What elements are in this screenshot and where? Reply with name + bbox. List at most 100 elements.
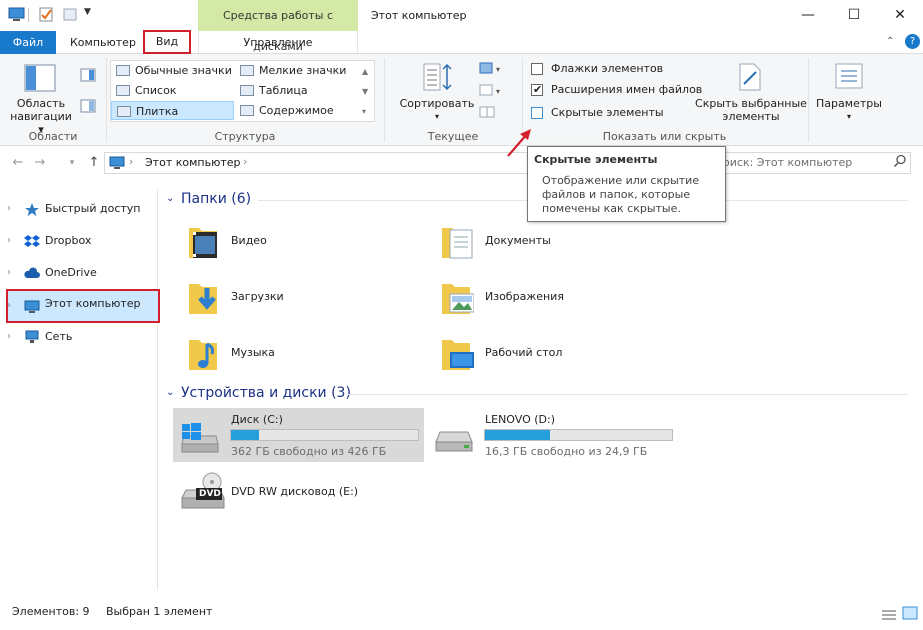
hide-selected-label-line1: Скрыть выбранные [695,97,807,110]
hidden-items-toggle[interactable]: Скрытые элементы [531,103,664,123]
preview-pane-icon[interactable] [80,68,96,85]
music-folder-icon[interactable] [187,334,217,370]
nav-item-network[interactable]: › Сеть [0,326,158,348]
dvd-drive-icon[interactable]: DVD [180,472,228,515]
folders-group-header[interactable]: Папки (6) [181,191,251,207]
layout-item-label: Таблица [259,84,308,97]
drive-label[interactable]: DVD RW дисковод (E:) [231,485,358,498]
checkbox-unchecked[interactable] [531,63,543,75]
file-extensions-toggle[interactable]: Расширения имен файлов [531,80,702,100]
layout-content[interactable]: Содержимое [235,101,358,120]
group-divider [346,394,908,395]
large-icons-view-icon[interactable] [902,605,918,629]
group-label-panes: Области [28,130,78,143]
nav-item-quick-access[interactable]: › Быстрый доступ [0,198,158,220]
search-input[interactable]: оиск: Этот компьютер [716,152,911,174]
status-selection: Выбран 1 элемент [106,605,213,618]
drives-group-header[interactable]: Устройства и диски (3) [181,385,351,401]
nav-item-onedrive[interactable]: › OneDrive [0,262,158,284]
network-icon [24,330,40,344]
options-button[interactable]: Параметры ▾ [812,97,886,123]
expand-icon[interactable]: › [7,230,11,252]
dropbox-icon [24,234,40,248]
close-button[interactable]: ✕ [877,0,923,31]
expand-icon[interactable]: › [7,198,11,220]
folder-label[interactable]: Рабочий стол [485,346,562,359]
layout-item-label: Список [135,84,177,97]
computer-icon[interactable] [8,6,25,23]
group-by-icon[interactable]: ▾ [478,60,504,79]
add-columns-icon[interactable]: ▾ [478,82,504,101]
layout-small-icons[interactable]: Мелкие значки [235,61,358,80]
checkbox-label: Скрытые элементы [551,106,664,119]
tab-manage[interactable]: Управление [198,31,358,54]
hard-drive-icon[interactable] [432,424,476,459]
group-label-show-hide: Показать или скрыть [602,130,727,143]
checkbox-checked[interactable] [531,80,543,100]
collapse-group-icon[interactable]: ⌄ [166,387,174,398]
breadcrumb-chevron-icon[interactable]: › [243,155,247,168]
recent-locations-icon[interactable]: ▾ [62,152,82,174]
nav-item-this-pc[interactable]: › Этот компьютер [6,289,160,323]
search-icon[interactable] [893,154,907,171]
expand-icon[interactable]: › [7,293,11,319]
back-icon[interactable]: ← [8,152,28,174]
documents-folder-icon[interactable] [440,222,473,259]
breadcrumb-chevron-icon: › [129,155,134,168]
tooltip-body: Отображение или скрытие файлов и папок, … [542,174,700,215]
expand-icon[interactable]: › [7,326,11,348]
nav-item-label: Dropbox [45,234,92,247]
nav-item-label: Этот компьютер [45,297,141,310]
help-icon[interactable]: ? [905,34,920,49]
group-label-layout: Структура [214,130,276,143]
drive-usage-fill [231,430,260,440]
details-pane-icon[interactable] [80,99,96,116]
tab-view[interactable]: Вид [143,30,191,54]
downloads-folder-icon[interactable] [187,278,217,314]
layout-list[interactable]: Список [111,81,234,100]
breadcrumb-path[interactable]: Этот компьютер [145,156,241,169]
new-folder-icon[interactable] [62,6,79,23]
collapse-group-icon[interactable]: ⌄ [166,193,174,204]
tab-file[interactable]: Файл [0,31,56,54]
details-view-icon[interactable] [881,606,897,630]
forward-icon[interactable]: → [30,152,50,174]
chevron-down-icon: ▾ [846,112,851,121]
minimize-button[interactable]: — [785,0,831,31]
size-columns-icon[interactable] [478,104,498,123]
cloud-icon [24,266,40,280]
folder-label[interactable]: Документы [485,234,551,247]
navigation-pane-icon[interactable] [24,64,56,95]
drive-usage-fill [485,430,551,440]
drive-label[interactable]: LENOVO (D:) [485,413,555,426]
sort-button[interactable]: Сортировать ▾ [398,97,476,123]
properties-icon[interactable] [38,6,55,23]
folder-label[interactable]: Видео [231,234,267,247]
layout-large-icons[interactable]: Обычные значки [111,61,234,80]
item-checkboxes-toggle[interactable]: Флажки элементов [531,59,663,79]
maximize-button[interactable]: ☐ [831,0,877,31]
folder-label[interactable]: Изображения [485,290,564,303]
layout-tiles[interactable]: Плитка [111,101,234,120]
up-icon[interactable]: ↑ [84,152,104,174]
customize-toolbar-icon[interactable]: ▼ [84,7,91,17]
checkbox-label: Расширения имен файлов [551,83,703,96]
expand-icon[interactable]: › [7,262,11,284]
hide-selected-icon[interactable] [736,62,764,95]
tab-computer[interactable]: Компьютер [60,31,146,54]
pictures-folder-icon[interactable] [440,278,475,314]
layout-details[interactable]: Таблица [235,81,358,100]
layout-scroll-arrows[interactable]: ▲ ▼ ▾ [362,62,368,122]
status-bar: Элементов: 9 Выбран 1 элемент [0,600,923,626]
folder-label[interactable]: Загрузки [231,290,284,303]
nav-item-dropbox[interactable]: › Dropbox [0,230,158,252]
desktop-folder-icon[interactable] [440,334,474,370]
video-folder-icon[interactable] [187,222,217,258]
options-icon[interactable] [834,62,864,93]
small-icons-icon [240,65,254,76]
collapse-ribbon-icon[interactable]: ⌃ [886,36,894,47]
sort-icon[interactable] [420,62,454,95]
folder-label[interactable]: Музыка [231,346,275,359]
drive-free-space: 362 ГБ свободно из 426 ГБ [231,445,387,458]
hide-selected-button[interactable]: Скрыть выбранные элементы [694,97,808,123]
